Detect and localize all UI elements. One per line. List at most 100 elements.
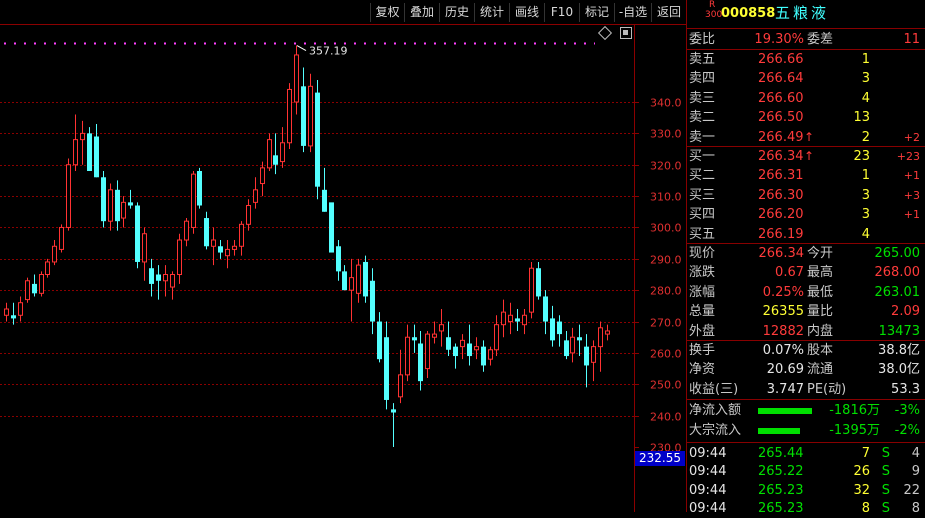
ask-row[interactable]: 卖三 266.60 4 — [687, 89, 925, 108]
bid-label: 买三 — [689, 187, 716, 203]
restore-rights-button[interactable]: 复权 — [370, 3, 404, 22]
back-button[interactable]: 返回 — [651, 3, 686, 22]
candle-body — [121, 201, 126, 219]
kline-chart[interactable]: 340.0 330.0 320.0 310.0 300.0 290.0 280.0 270.0… — [0, 0, 686, 512]
bid-row[interactable]: 买三 266.30 3 +3 — [687, 186, 925, 205]
stock-name: 五粮液 — [775, 4, 830, 22]
tick-row: 09:44 265.22 26 S 9 — [687, 462, 925, 481]
tick-side: S — [881, 446, 890, 461]
candle-body — [322, 189, 327, 212]
bid-change: +1 — [903, 169, 920, 183]
bid-label: 买二 — [689, 168, 716, 184]
flow-label: 大宗流入 — [689, 423, 742, 438]
weicha-value: 11 — [903, 32, 920, 47]
candle-body — [135, 205, 140, 262]
tick-time: 09:44 — [689, 482, 727, 498]
stat-value: 266.34 — [758, 246, 805, 261]
ask-row[interactable]: 卖二 266.50 13 — [687, 108, 925, 127]
candle-body — [239, 223, 244, 247]
stat-row: 涨幅 0.25% 最低 263.01 — [687, 283, 925, 302]
candle-body — [11, 315, 16, 319]
candle-body — [605, 330, 610, 335]
candle-body — [4, 308, 9, 316]
y-tick-label: 290.0 — [650, 254, 682, 267]
draw-line-button[interactable]: 画线 — [509, 3, 544, 22]
candle-body — [177, 239, 182, 275]
candle-body — [149, 268, 154, 284]
ask-label: 卖四 — [689, 71, 716, 87]
candle-body — [349, 277, 354, 291]
ask-price: 266.60 — [758, 90, 804, 106]
ask-volume: 1 — [861, 52, 870, 67]
candle-body — [481, 346, 486, 366]
ask-row[interactable]: 卖一 266.49 ↑ 2 +2 — [687, 128, 925, 147]
candle-body — [101, 177, 106, 222]
candle-body — [432, 333, 437, 338]
candle-body — [294, 54, 299, 103]
mark-button[interactable]: 标记 — [579, 3, 614, 22]
fin-value: 0.07% — [762, 343, 804, 358]
y-tick-label: 270.0 — [650, 317, 682, 330]
y-tick-label: 320.0 — [650, 160, 682, 173]
candle-body — [267, 139, 272, 169]
tick-row: 09:44 265.23 32 S 22 — [687, 481, 925, 500]
fin-value: 38.8亿 — [878, 343, 920, 358]
bid-price: 266.31 — [758, 168, 804, 184]
ask-volume: 13 — [853, 110, 870, 126]
candle-body — [453, 346, 458, 357]
up-arrow-icon: ↑ — [804, 149, 815, 163]
board-tag-r: R — [709, 0, 716, 10]
candle-body — [412, 337, 417, 341]
tick-side: S — [881, 464, 890, 480]
candle-body — [377, 321, 382, 360]
candle-body — [522, 314, 527, 326]
candle-body — [336, 246, 341, 272]
bid-row[interactable]: 买二 266.31 1 +1 — [687, 166, 925, 185]
ask-volume: 4 — [861, 90, 870, 106]
bid-row[interactable]: 买一 266.34 ↑ 23 +23 — [687, 147, 925, 166]
candle-body — [225, 248, 230, 257]
candle-body — [557, 321, 562, 335]
candle-body — [467, 343, 472, 357]
bid-label: 买一 — [689, 149, 716, 164]
candle-body — [598, 327, 603, 348]
candle-body — [59, 226, 64, 250]
remove-watchlist-button[interactable]: -自选 — [614, 3, 651, 22]
kline-chart-area[interactable]: 340.0 330.0 320.0 310.0 300.0 290.0 280.0 270.0… — [0, 0, 686, 512]
fin-row: 换手 0.07% 股本 38.8亿 — [687, 341, 925, 360]
tick-row: 09:44 265.23 8 S 8 — [687, 499, 925, 518]
candle-body — [273, 155, 278, 165]
stat-value: 2.09 — [891, 304, 920, 320]
tick-count: 22 — [903, 482, 920, 498]
window-toggle-icon[interactable] — [620, 27, 632, 39]
tick-side: S — [881, 501, 890, 517]
candle-body — [156, 274, 161, 281]
f10-button[interactable]: F10 — [544, 3, 579, 22]
ask-row[interactable]: 卖五 266.66 1 — [687, 50, 925, 69]
overlay-button[interactable]: 叠加 — [404, 3, 439, 22]
fin-label: 流通 — [807, 362, 834, 378]
ask-row[interactable]: 卖四 266.64 3 — [687, 69, 925, 88]
bid-row[interactable]: 买五 266.19 4 — [687, 225, 925, 244]
y-tick-label: 240.0 — [650, 411, 682, 424]
statistics-button[interactable]: 统计 — [474, 3, 509, 22]
bid-volume: 3 — [861, 207, 870, 223]
tick-volume: 32 — [853, 482, 870, 498]
candle-body — [370, 280, 375, 322]
ask-price: 266.49 — [758, 129, 804, 145]
bid-row[interactable]: 买四 266.20 3 +1 — [687, 205, 925, 224]
fin-label: 换手 — [689, 343, 716, 358]
stat-label: 今开 — [807, 246, 834, 261]
stat-label: 涨幅 — [689, 284, 716, 300]
bid-change: +3 — [903, 188, 920, 202]
fin-row: 收益(三) 3.747 PE(动) 53.3 — [687, 380, 925, 399]
candle-body — [439, 324, 444, 332]
history-button[interactable]: 历史 — [439, 3, 474, 22]
candle-body — [197, 171, 202, 206]
candle-body — [488, 349, 493, 360]
bid-volume: 3 — [861, 187, 870, 203]
candle-body — [342, 271, 347, 291]
candle-body — [405, 336, 410, 376]
max-pointer — [296, 45, 307, 51]
tick-row: 09:44 265.44 7 S 4 — [687, 444, 925, 463]
